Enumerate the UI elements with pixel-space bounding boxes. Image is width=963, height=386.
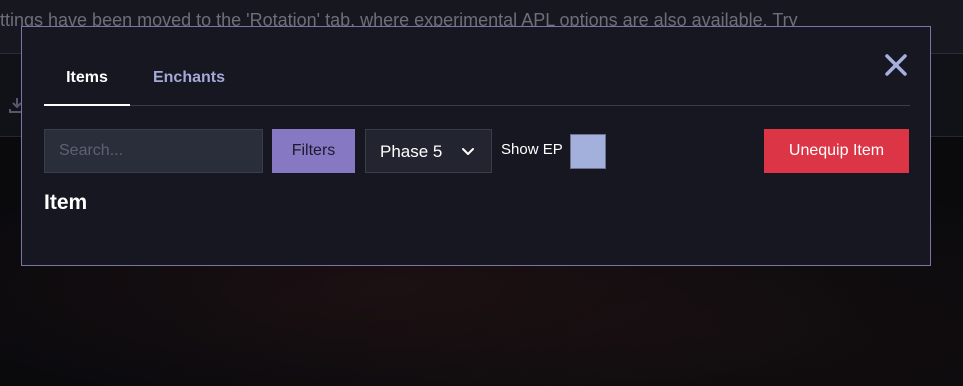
item-picker-modal: Items Enchants Filters Phase 5 Show EP U… xyxy=(21,26,931,266)
search-input[interactable] xyxy=(44,129,263,173)
phase-select[interactable]: Phase 5 xyxy=(365,129,492,173)
tab-enchants[interactable]: Enchants xyxy=(144,55,234,104)
phase-select-value: Phase 5 xyxy=(380,142,443,161)
tab-bar: Items Enchants xyxy=(44,55,910,106)
filters-button[interactable]: Filters xyxy=(272,129,355,173)
show-ep-label: Show EP xyxy=(501,141,563,158)
item-heading: Item xyxy=(44,191,88,214)
unequip-item-button[interactable]: Unequip Item xyxy=(764,129,909,173)
tab-items[interactable]: Items xyxy=(44,55,130,106)
show-ep-checkbox[interactable] xyxy=(570,134,606,169)
chevron-down-icon xyxy=(462,148,474,155)
